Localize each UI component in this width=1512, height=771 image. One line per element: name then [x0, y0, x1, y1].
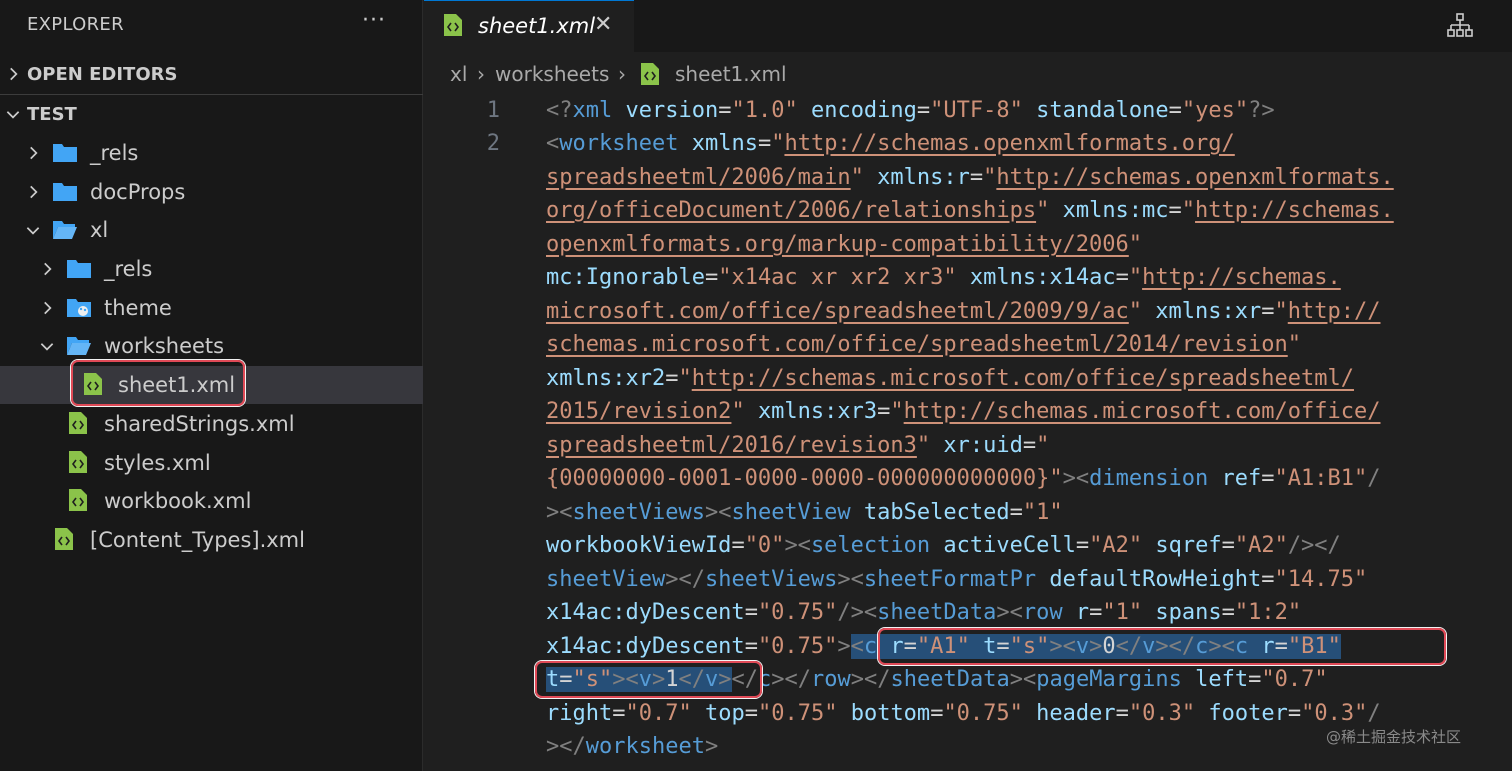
link: spreadsheetml/2006/main: [546, 165, 851, 190]
highlight-box-code-line-1: [878, 628, 1446, 665]
code-line: microsoft.com/office/spreadsheetml/2009/…: [546, 299, 1381, 324]
code-line: {00000000-0001-0000-0000-000000000000}">…: [546, 466, 1381, 491]
folder-icon: [53, 183, 77, 201]
more-actions-icon[interactable]: ···: [362, 8, 386, 33]
breadcrumb-separator: ›: [477, 62, 485, 86]
code-line: spreadsheetml/2016/revision3" xr:uid=": [546, 433, 1050, 458]
folder-open-icon: [53, 221, 77, 239]
code-line: ></worksheet>: [546, 734, 719, 759]
link: 2015/revision2: [546, 399, 732, 424]
line-number: 2: [486, 131, 500, 156]
tree-item-label: styles.xml: [104, 451, 211, 475]
tree-item-xl[interactable]: xl: [0, 211, 423, 249]
explorer-title: EXPLORER: [27, 14, 124, 35]
watermark: @稀土掘金技术社区: [1326, 728, 1462, 746]
tab-sheet1-xml[interactable]: sheet1.xml ✕: [424, 0, 634, 52]
xml-file-icon: [69, 451, 87, 473]
tree-item-styles-xml[interactable]: styles.xml: [0, 444, 423, 482]
code-line: spreadsheetml/2006/main" xmlns:r="http:/…: [546, 165, 1394, 190]
link: http://schemas.openxmlformats.org/: [784, 131, 1235, 156]
xml-file-icon: [444, 14, 462, 36]
link: http://schemas.microsoft.com/office/spre…: [691, 366, 1354, 391]
open-editors-label: OPEN EDITORS: [27, 64, 178, 85]
tree-item-label: workbook.xml: [104, 489, 252, 513]
workspace-label: TEST: [27, 104, 77, 125]
code-line: ><sheetViews><sheetView tabSelected="1": [546, 500, 1063, 525]
theme-folder-icon: [67, 299, 91, 317]
code-line: right="0.7" top="0.75" bottom="0.75" hea…: [546, 701, 1381, 726]
link: http://schemas.openxmlformats.: [996, 165, 1394, 190]
tree-item-sharedstrings-xml[interactable]: sharedStrings.xml: [0, 405, 423, 443]
code-line: sheetView></sheetViews><sheetFormatPr de…: [546, 567, 1368, 592]
xml-file-icon: [55, 528, 73, 550]
tree-item-label: theme: [104, 296, 172, 320]
tree-item-theme[interactable]: theme: [0, 289, 423, 327]
close-icon[interactable]: ✕: [594, 12, 612, 37]
line-number: 1: [486, 98, 500, 123]
tree-item-label: _rels: [90, 141, 139, 165]
workspace-section[interactable]: TEST: [0, 96, 423, 134]
tree-item-label: sharedStrings.xml: [104, 412, 295, 436]
chevron-down-icon: [26, 227, 40, 235]
highlight-box-code-line-2: [535, 661, 762, 698]
breadcrumb-item[interactable]: xl: [450, 62, 467, 86]
tree-item-label: docProps: [90, 180, 186, 204]
folder-icon: [53, 144, 77, 162]
chevron-down-icon: [6, 111, 20, 119]
explorer-sidebar: EXPLORER ··· OPEN EDITORS TEST _rels doc…: [0, 0, 423, 771]
tab-label: sheet1.xml: [478, 14, 596, 38]
tree-item-label: worksheets: [104, 334, 225, 358]
outline-tree-icon[interactable]: [1446, 12, 1474, 40]
breadcrumb-item[interactable]: worksheets: [495, 62, 609, 86]
tree-item-xl-rels[interactable]: _rels: [0, 250, 423, 288]
tree-item-label: [Content_Types].xml: [90, 528, 305, 552]
code-line: workbookViewId="0"><selection activeCell…: [546, 533, 1341, 558]
tree-item-content-types-xml[interactable]: [Content_Types].xml: [0, 521, 423, 559]
chevron-right-icon: [44, 262, 52, 276]
link: http://schemas.: [1142, 265, 1341, 290]
code-line: <worksheet xmlns="http://schemas.openxml…: [546, 131, 1235, 156]
tree-item-label: xl: [90, 218, 109, 242]
highlight-box-file: [71, 360, 245, 406]
chevron-down-icon: [40, 343, 54, 351]
xml-file-icon: [69, 412, 87, 434]
code-line: schemas.microsoft.com/office/spreadsheet…: [546, 332, 1301, 357]
chevron-right-icon: [30, 185, 38, 199]
link: http://schemas.: [1195, 198, 1394, 223]
open-editors-section[interactable]: OPEN EDITORS: [0, 56, 423, 94]
folder-open-icon: [67, 337, 91, 355]
code-line: 2015/revision2" xmlns:xr3="http://schema…: [546, 399, 1381, 424]
chevron-right-icon: [44, 301, 52, 315]
code-line: <?xml version="1.0" encoding="UTF-8" sta…: [546, 98, 1275, 123]
section-divider: [0, 94, 423, 95]
link: microsoft.com/office/spreadsheetml/2009/…: [546, 299, 1129, 324]
tree-item-docprops[interactable]: docProps: [0, 173, 423, 211]
folder-icon: [67, 260, 91, 278]
tree-item-rels[interactable]: _rels: [0, 134, 423, 172]
link: http://: [1287, 299, 1381, 324]
link: schemas.microsoft.com/office/spreadsheet…: [546, 332, 1288, 357]
code-line: mc:Ignorable="x14ac xr xr2 xr3" xmlns:x1…: [546, 265, 1341, 290]
link: org/officeDocument/2006/relationships: [546, 198, 1037, 223]
link: openxmlformats.org/markup-compatibility/…: [546, 232, 1129, 257]
xml-file-icon: [641, 63, 659, 85]
chevron-right-icon: [30, 146, 38, 160]
link: http://schemas.microsoft.com/office/: [903, 399, 1381, 424]
tree-item-label: _rels: [104, 257, 153, 281]
explorer-header: EXPLORER ···: [0, 0, 423, 50]
tree-item-workbook-xml[interactable]: workbook.xml: [0, 482, 423, 520]
xml-file-icon: [69, 489, 87, 511]
code-line: openxmlformats.org/markup-compatibility/…: [546, 232, 1143, 257]
code-line: org/officeDocument/2006/relationships" x…: [546, 198, 1394, 223]
breadcrumb-separator: ›: [618, 62, 626, 86]
breadcrumb-item[interactable]: sheet1.xml: [675, 62, 787, 86]
link: spreadsheetml/2016/revision3: [546, 433, 917, 458]
chevron-right-icon: [10, 67, 18, 81]
code-line: x14ac:dyDescent="0.75"/><sheetData><row …: [546, 600, 1302, 625]
code-line: xmlns:xr2="http://schemas.microsoft.com/…: [546, 366, 1354, 391]
